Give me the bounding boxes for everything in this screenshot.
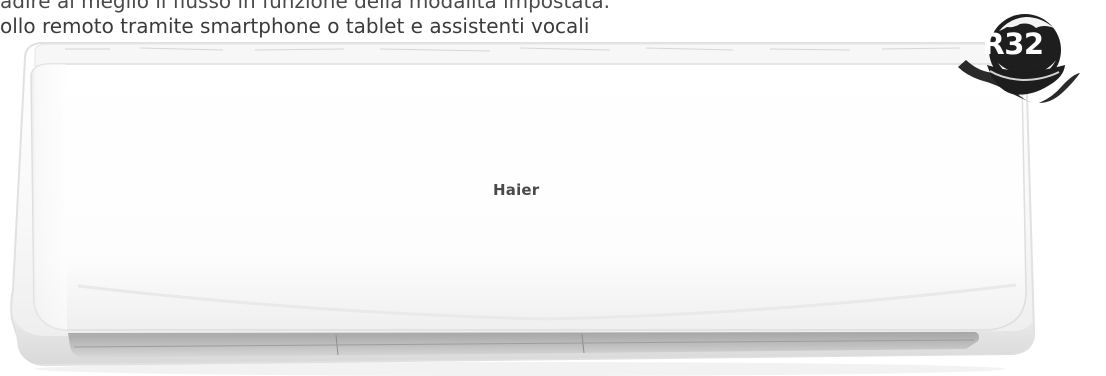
r32-badge-label: R32 (982, 27, 1044, 61)
air-conditioner-image (0, 0, 1106, 376)
haier-logo: Haier (493, 181, 540, 199)
product-image-stage: adire al meglio il flusso in funzione de… (0, 0, 1106, 376)
air-conditioner-illustration (10, 42, 1036, 376)
